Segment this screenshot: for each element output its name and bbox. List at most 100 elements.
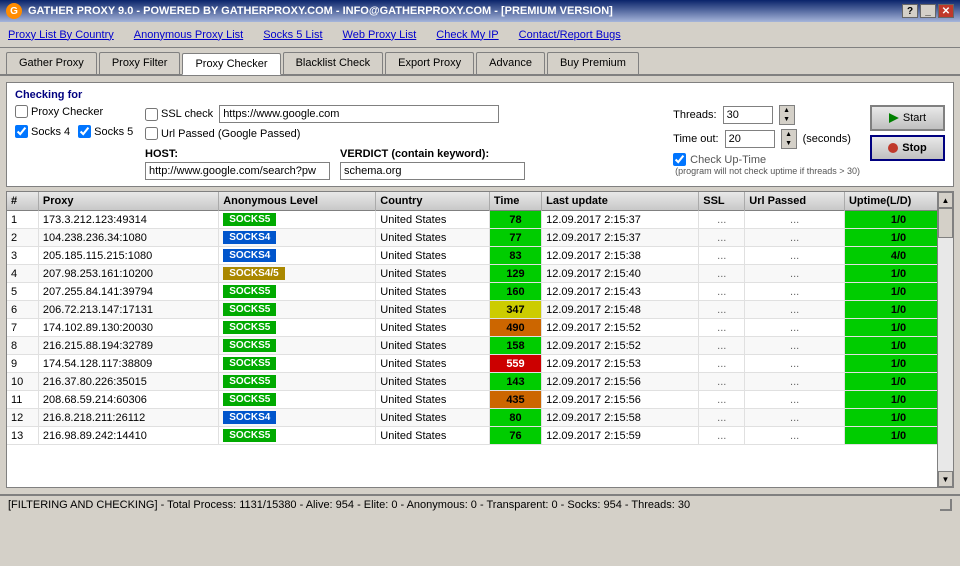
ssl-check-checkbox[interactable] (145, 108, 158, 121)
url-passed-label[interactable]: Url Passed (Google Passed) (145, 127, 300, 140)
checkuptime-row: Check Up-Time (673, 153, 860, 166)
scroll-thumb[interactable] (938, 208, 953, 238)
cell-url-passed: ... (745, 373, 845, 391)
cell-last-update: 12.09.2017 2:15:56 (542, 373, 699, 391)
table-row[interactable]: 10 216.37.80.226:35015 SOCKS5 United Sta… (7, 373, 953, 391)
cell-last-update: 12.09.2017 2:15:43 (542, 283, 699, 301)
table-row[interactable]: 8 216.215.88.194:32789 SOCKS5 United Sta… (7, 337, 953, 355)
checkuptime-area: Check Up-Time (program will not check up… (673, 153, 860, 176)
menu-anonymous-proxy-list[interactable]: Anonymous Proxy List (134, 29, 243, 41)
anon-badge: SOCKS4/5 (223, 267, 284, 280)
table-row[interactable]: 7 174.102.89.130:20030 SOCKS5 United Sta… (7, 319, 953, 337)
table-row[interactable]: 12 216.8.218.211:26112 SOCKS4 United Sta… (7, 409, 953, 427)
cell-ssl: ... (699, 319, 745, 337)
tab-advance[interactable]: Advance (476, 52, 545, 74)
menu-check-my-ip[interactable]: Check My IP (436, 29, 498, 41)
threads-up-arrow[interactable]: ▲ (780, 106, 794, 115)
table-row[interactable]: 6 206.72.213.147:17131 SOCKS5 United Sta… (7, 301, 953, 319)
checking-right: Threads: ▲ ▼ Time out: ▲ ▼ (seconds) (673, 105, 860, 176)
cell-time: 83 (489, 247, 541, 265)
cell-url-passed: ... (745, 355, 845, 373)
cell-proxy: 216.215.88.194:32789 (38, 337, 218, 355)
cell-last-update: 12.09.2017 2:15:58 (542, 409, 699, 427)
timeout-input[interactable] (725, 130, 775, 148)
cell-url-passed: ... (745, 427, 845, 445)
anon-badge: SOCKS5 (223, 357, 276, 370)
cell-last-update: 12.09.2017 2:15:56 (542, 391, 699, 409)
cell-proxy: 205.185.115.215:1080 (38, 247, 218, 265)
titlebar-controls: ? _ ✕ (902, 4, 954, 18)
ssl-check-label[interactable]: SSL check (145, 108, 213, 121)
stop-icon (888, 143, 898, 153)
ssl-url-input[interactable] (219, 105, 499, 123)
col-proxy: Proxy (38, 192, 218, 211)
tab-blacklist-check[interactable]: Blacklist Check (283, 52, 384, 74)
stop-button[interactable]: Stop (870, 135, 945, 161)
table-row[interactable]: 9 174.54.128.117:38809 SOCKS5 United Sta… (7, 355, 953, 373)
help-button[interactable]: ? (902, 4, 918, 18)
cell-last-update: 12.09.2017 2:15:52 (542, 319, 699, 337)
cell-country: United States (376, 427, 490, 445)
checking-section: Checking for Proxy Checker Socks 4 Socks… (6, 82, 954, 187)
socks5-checkbox-label[interactable]: Socks 5 (78, 125, 133, 138)
menu-web-proxy-list[interactable]: Web Proxy List (343, 29, 417, 41)
verdict-input[interactable] (340, 162, 525, 180)
start-button[interactable]: Start (870, 105, 945, 131)
menu-proxy-list-country[interactable]: Proxy List By Country (8, 29, 114, 41)
titlebar-title: GATHER PROXY 9.0 - POWERED BY GATHERPROX… (28, 5, 613, 17)
socks4-checkbox-label[interactable]: Socks 4 (15, 125, 70, 138)
socks4-checkbox[interactable] (15, 125, 28, 138)
threads-input[interactable] (723, 106, 773, 124)
scroll-down-arrow[interactable]: ▼ (938, 471, 953, 487)
cell-country: United States (376, 301, 490, 319)
table-row[interactable]: 3 205.185.115.215:1080 SOCKS4 United Sta… (7, 247, 953, 265)
table-row[interactable]: 1 173.3.212.123:49314 SOCKS5 United Stat… (7, 211, 953, 229)
vertical-scrollbar[interactable]: ▲ ▼ (937, 192, 953, 487)
proxy-checker-checkbox-label[interactable]: Proxy Checker (15, 105, 135, 118)
cell-last-update: 12.09.2017 2:15:53 (542, 355, 699, 373)
cell-time: 160 (489, 283, 541, 301)
cell-num: 6 (7, 301, 38, 319)
scroll-up-arrow[interactable]: ▲ (938, 192, 953, 208)
cell-country: United States (376, 373, 490, 391)
cell-proxy: 174.102.89.130:20030 (38, 319, 218, 337)
url-passed-row: Url Passed (Google Passed) (145, 127, 663, 140)
close-button[interactable]: ✕ (938, 4, 954, 18)
proxy-checker-checkbox[interactable] (15, 105, 28, 118)
table-row[interactable]: 11 208.68.59.214:60306 SOCKS5 United Sta… (7, 391, 953, 409)
socks5-checkbox[interactable] (78, 125, 91, 138)
resize-handle[interactable] (940, 499, 952, 511)
menu-contact-report-bugs[interactable]: Contact/Report Bugs (519, 29, 621, 41)
tab-buy-premium[interactable]: Buy Premium (547, 52, 639, 74)
cell-url-passed: ... (745, 229, 845, 247)
threads-down-arrow[interactable]: ▼ (780, 115, 794, 124)
tab-export-proxy[interactable]: Export Proxy (385, 52, 474, 74)
menu-socks5-list[interactable]: Socks 5 List (263, 29, 322, 41)
timeout-up-arrow[interactable]: ▲ (782, 130, 796, 139)
verdict-group: VERDICT (contain keyword): (340, 148, 525, 180)
cell-time: 347 (489, 301, 541, 319)
app-logo: G (6, 3, 22, 19)
minimize-button[interactable]: _ (920, 4, 936, 18)
cell-ssl: ... (699, 373, 745, 391)
url-passed-checkbox[interactable] (145, 127, 158, 140)
table-row[interactable]: 13 216.98.89.242:14410 SOCKS5 United Sta… (7, 427, 953, 445)
verdict-label: VERDICT (contain keyword): (340, 148, 525, 160)
tab-proxy-filter[interactable]: Proxy Filter (99, 52, 181, 74)
cell-url-passed: ... (745, 319, 845, 337)
anon-badge: SOCKS5 (223, 303, 276, 316)
host-input[interactable] (145, 162, 330, 180)
table-row[interactable]: 2 104.238.236.34:1080 SOCKS4 United Stat… (7, 229, 953, 247)
cell-anon: SOCKS4/5 (219, 265, 376, 283)
tab-proxy-checker[interactable]: Proxy Checker (182, 53, 280, 75)
cell-proxy: 216.98.89.242:14410 (38, 427, 218, 445)
timeout-down-arrow[interactable]: ▼ (782, 139, 796, 148)
table-row[interactable]: 4 207.98.253.161:10200 SOCKS4/5 United S… (7, 265, 953, 283)
cell-anon: SOCKS5 (219, 373, 376, 391)
col-num: # (7, 192, 38, 211)
checkuptime-checkbox[interactable] (673, 153, 686, 166)
table-row[interactable]: 5 207.255.84.141:39794 SOCKS5 United Sta… (7, 283, 953, 301)
tab-gather-proxy[interactable]: Gather Proxy (6, 52, 97, 74)
cell-anon: SOCKS5 (219, 427, 376, 445)
timeout-row: Time out: ▲ ▼ (seconds) (673, 129, 860, 149)
